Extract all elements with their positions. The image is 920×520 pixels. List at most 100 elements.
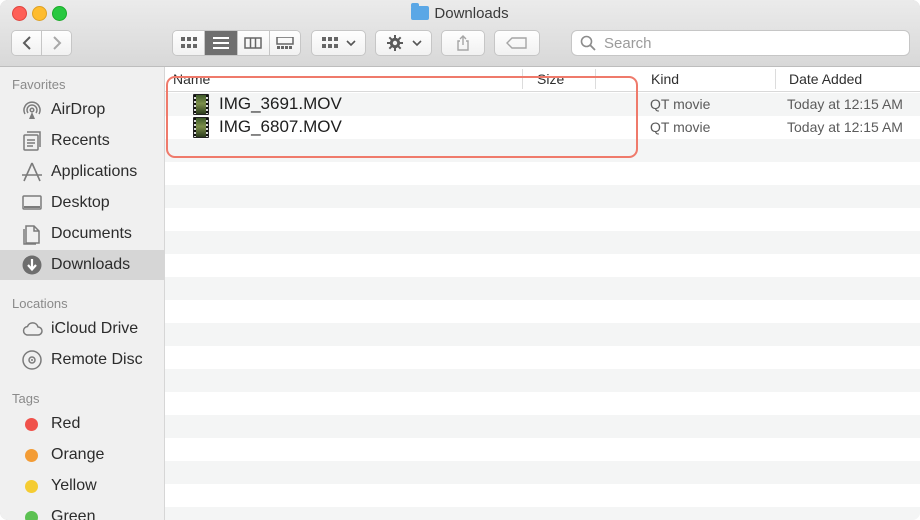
- locations-header: Locations: [12, 296, 68, 311]
- favorites-header: Favorites: [12, 77, 66, 92]
- documents-icon: [21, 223, 43, 245]
- finder-window: Downloads Search Favorites AirDrop Recen…: [0, 0, 920, 520]
- chevron-right-icon: [52, 36, 61, 50]
- back-button[interactable]: [12, 31, 42, 55]
- column-view-button[interactable]: [237, 31, 270, 55]
- group-grid-icon: [321, 37, 338, 48]
- forward-button[interactable]: [42, 31, 71, 55]
- sidebar-item-label: Applications: [51, 163, 138, 180]
- columns-icon: [244, 37, 262, 49]
- column-header-row: Name Size Kind Date Added: [165, 67, 920, 92]
- recents-icon: [21, 130, 43, 152]
- file-list: Name Size Kind Date Added IMG_3691.MOV Q…: [165, 67, 920, 520]
- file-name: IMG_6807.MOV: [219, 117, 342, 136]
- file-kind: QT movie: [650, 119, 711, 135]
- sidebar-tag-orange[interactable]: Orange: [0, 440, 164, 470]
- column-header-kind[interactable]: Kind: [651, 71, 679, 87]
- sidebar-item-desktop[interactable]: Desktop: [0, 188, 164, 218]
- sidebar-item-remote-disc[interactable]: Remote Disc: [0, 345, 164, 375]
- gallery-view-button[interactable]: [269, 31, 300, 55]
- empty-row: [165, 507, 920, 520]
- desktop-icon: [21, 192, 43, 214]
- empty-row: [165, 162, 920, 185]
- gear-icon: [386, 35, 403, 51]
- sidebar: Favorites AirDrop Recents Applications D…: [0, 67, 165, 520]
- grid-icon: [180, 37, 197, 48]
- airdrop-icon: [21, 99, 43, 121]
- title-bar: Downloads: [0, 0, 920, 67]
- applications-icon: [21, 161, 43, 183]
- sidebar-item-label: Documents: [51, 225, 132, 242]
- view-switcher: [172, 30, 301, 56]
- search-field[interactable]: [571, 30, 910, 56]
- group-button[interactable]: [311, 30, 366, 56]
- movie-file-icon: [193, 94, 209, 115]
- column-header-name[interactable]: Name: [173, 71, 210, 87]
- sidebar-item-downloads[interactable]: Downloads: [0, 250, 164, 280]
- sidebar-item-label: AirDrop: [51, 101, 106, 118]
- sidebar-item-documents[interactable]: Documents: [0, 219, 164, 249]
- column-divider[interactable]: [595, 69, 596, 89]
- empty-row: [165, 346, 920, 369]
- file-date-added: Today at 12:15 AM: [787, 96, 903, 112]
- gallery-icon: [276, 37, 294, 49]
- chevron-left-icon: [22, 36, 31, 50]
- window-title-text: Downloads: [434, 5, 509, 22]
- file-name: IMG_3691.MOV: [219, 94, 342, 113]
- tag-icon: [506, 37, 527, 49]
- folder-icon: [411, 3, 430, 20]
- red-tag-dot-icon: [25, 417, 38, 431]
- green-tag-dot-icon: [25, 510, 38, 520]
- empty-row: [165, 185, 920, 208]
- sidebar-item-label: Red: [51, 415, 81, 432]
- empty-row: [165, 484, 920, 507]
- empty-row: [165, 254, 920, 277]
- empty-row: [165, 323, 920, 346]
- sidebar-tag-yellow[interactable]: Yellow: [0, 471, 164, 501]
- file-kind: QT movie: [650, 96, 711, 112]
- nav-buttons: [11, 30, 72, 56]
- tag-button[interactable]: [494, 30, 540, 56]
- empty-row: [165, 461, 920, 484]
- sidebar-item-icloud-drive[interactable]: iCloud Drive: [0, 314, 164, 344]
- empty-row: [165, 277, 920, 300]
- sidebar-item-label: Remote Disc: [51, 351, 143, 368]
- table-row[interactable]: IMG_3691.MOV QT movie Today at 12:15 AM: [165, 93, 920, 116]
- file-date-added: Today at 12:15 AM: [787, 119, 903, 135]
- sidebar-item-recents[interactable]: Recents: [0, 126, 164, 156]
- empty-row: [165, 231, 920, 254]
- window-title: Downloads: [0, 3, 920, 22]
- empty-row: [165, 208, 920, 231]
- sidebar-item-label: Green: [51, 508, 96, 520]
- empty-row: [165, 392, 920, 415]
- list-view-button[interactable]: [205, 31, 238, 55]
- sidebar-item-label: Orange: [51, 446, 105, 463]
- share-button[interactable]: [441, 30, 485, 56]
- sidebar-item-label: Yellow: [51, 477, 97, 494]
- search-icon: [580, 35, 596, 51]
- sidebar-item-applications[interactable]: Applications: [0, 157, 164, 187]
- share-icon: [457, 35, 469, 51]
- list-icon: [212, 37, 229, 49]
- search-input[interactable]: [602, 33, 906, 53]
- movie-file-icon: [193, 117, 209, 138]
- column-header-size[interactable]: Size: [537, 71, 564, 87]
- column-header-date-added[interactable]: Date Added: [789, 71, 862, 87]
- empty-row: [165, 300, 920, 323]
- sidebar-tag-red[interactable]: Red: [0, 409, 164, 439]
- empty-row: [165, 415, 920, 438]
- chevron-down-icon: [345, 40, 356, 47]
- column-divider[interactable]: [775, 69, 776, 89]
- empty-row: [165, 438, 920, 461]
- sidebar-item-label: Downloads: [51, 256, 131, 273]
- icon-view-button[interactable]: [173, 31, 206, 55]
- action-button[interactable]: [375, 30, 432, 56]
- column-divider[interactable]: [522, 69, 523, 89]
- chevron-down-icon: [411, 40, 422, 47]
- sidebar-tag-green[interactable]: Green: [0, 502, 164, 520]
- downloads-icon: [21, 254, 43, 276]
- orange-tag-dot-icon: [25, 448, 38, 462]
- table-row[interactable]: IMG_6807.MOV QT movie Today at 12:15 AM: [165, 116, 920, 139]
- sidebar-item-airdrop[interactable]: AirDrop: [0, 95, 164, 125]
- cloud-icon: [21, 318, 43, 340]
